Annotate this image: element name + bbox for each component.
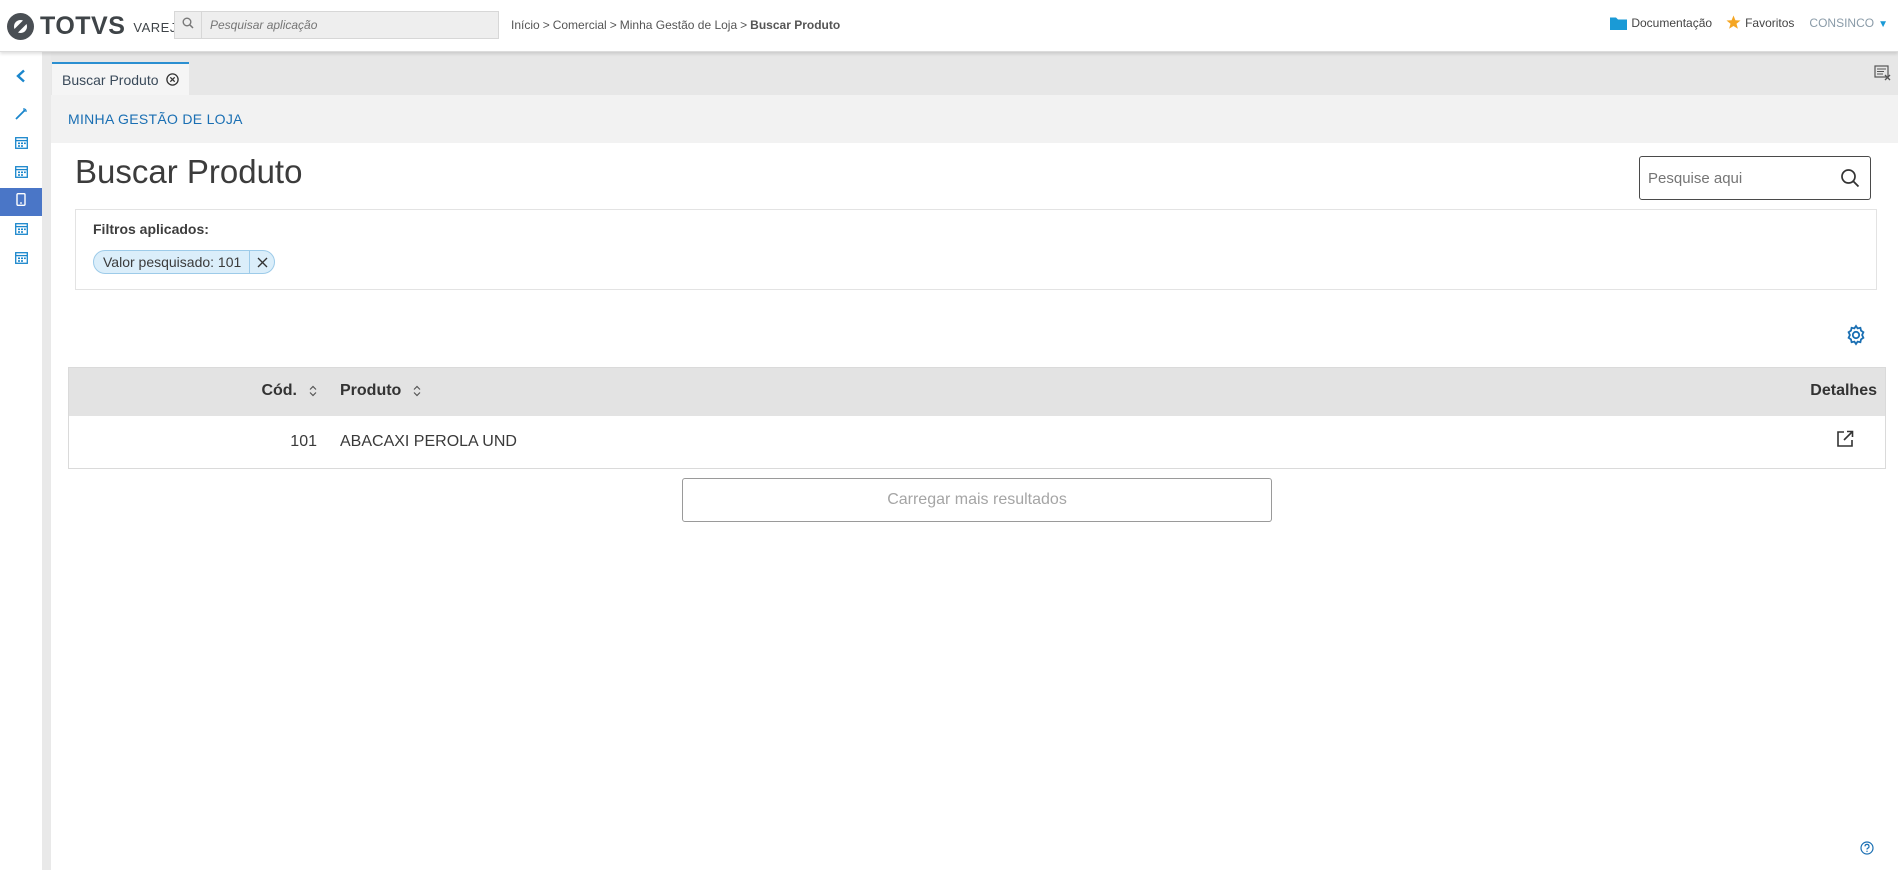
search-icon (175, 16, 201, 34)
tab-strip: Buscar Produto (51, 52, 1898, 95)
module-header: MINHA GESTÃO DE LOJA (51, 95, 1898, 143)
app-search-box (174, 11, 499, 39)
remove-filter-button[interactable] (249, 251, 274, 273)
sidebar (0, 52, 51, 870)
load-more-button[interactable]: Carregar mais resultados (682, 478, 1272, 522)
page-title: Buscar Produto (75, 153, 303, 190)
filters-label: Filtros aplicados: (93, 221, 209, 237)
sidebar-item-2[interactable] (0, 160, 42, 188)
table-header: Cód. Produto Detalhes (69, 368, 1885, 416)
module-title: MINHA GESTÃO DE LOJA (68, 111, 243, 127)
filter-chip-label: Valor pesquisado: 101 (103, 254, 242, 270)
quick-search (1639, 156, 1871, 200)
calendar-icon (14, 222, 28, 240)
close-icon (257, 257, 268, 267)
clear-tabs-icon (1874, 64, 1892, 86)
totvs-logo[interactable]: TOTVS VAREJO (7, 11, 187, 41)
external-link-icon (1837, 430, 1854, 447)
app-search-input[interactable] (201, 11, 492, 39)
wand-icon (14, 107, 28, 126)
chevron-left-icon (15, 69, 27, 88)
column-header-cod[interactable]: Cód. (261, 382, 317, 400)
sort-icon (309, 385, 317, 397)
documentation-link[interactable]: Documentação (1610, 16, 1712, 30)
totvs-logo-icon (7, 12, 34, 40)
table-row[interactable]: 101 ABACAXI PEROLA UND (69, 416, 1885, 469)
filter-chip: Valor pesquisado: 101 (93, 250, 276, 274)
folder-icon (1610, 16, 1628, 30)
quick-search-input[interactable] (1640, 168, 1830, 188)
breadcrumb-item-comercial[interactable]: Comercial (553, 18, 607, 32)
gear-icon (1847, 324, 1865, 346)
star-icon (1726, 15, 1741, 30)
search-icon[interactable] (1840, 168, 1860, 193)
breadcrumb-current: Buscar Produto (750, 18, 841, 32)
breadcrumb-item-minha-gestao[interactable]: Minha Gestão de Loja (620, 18, 737, 32)
calendar-icon (14, 165, 28, 183)
sidebar-gutter (42, 52, 51, 870)
cell-cod: 101 (290, 433, 317, 450)
mobile-icon (16, 192, 26, 211)
close-all-tabs-button[interactable] (1872, 64, 1894, 86)
caret-down-icon: ▼ (1878, 18, 1888, 30)
breadcrumb: Início > Comercial > Minha Gestão de Loja > Bu… (511, 18, 841, 32)
help-icon (1860, 841, 1874, 855)
favorites-label: Favoritos (1745, 15, 1795, 30)
table-settings-button[interactable] (1845, 324, 1867, 346)
open-details-button[interactable] (1835, 429, 1855, 454)
products-table: Cód. Produto Detalhes 101 ABACAXI PEROLA… (68, 367, 1886, 469)
sidebar-collapse-button[interactable] (0, 64, 42, 92)
applied-filters-panel: Filtros aplicados: Valor pesquisado: 101 (75, 209, 1877, 290)
cell-produto: ABACAXI PEROLA UND (340, 433, 517, 450)
user-menu[interactable]: CONSINCO ▼ (1809, 16, 1888, 30)
documentation-label: Documentação (1631, 15, 1713, 30)
close-tab-icon[interactable] (165, 73, 179, 86)
tab-buscar-produto[interactable]: Buscar Produto (52, 62, 189, 95)
column-header-produto[interactable]: Produto (340, 382, 421, 400)
brand-name: TOTVS (40, 11, 126, 40)
sidebar-item-tools[interactable] (0, 102, 42, 130)
top-bar: TOTVS VAREJO Início>Comercial>Minha Gest… (0, 0, 1898, 52)
sidebar-item-1[interactable] (0, 131, 42, 159)
tab-label: Buscar Produto (62, 71, 159, 88)
sidebar-item-4[interactable] (0, 246, 42, 274)
column-header-detalhes: Detalhes (1810, 382, 1877, 399)
sidebar-item-mobile[interactable] (0, 188, 42, 216)
calendar-icon (14, 136, 28, 154)
sidebar-item-3[interactable] (0, 217, 42, 245)
sort-icon (413, 385, 421, 397)
top-right-nav: Documentação Favoritos CONSINCO ▼ (1596, 15, 1888, 30)
help-button[interactable] (1860, 841, 1874, 855)
breadcrumb-item-inicio[interactable]: Início (511, 18, 540, 32)
favorites-link[interactable]: Favoritos (1726, 15, 1794, 30)
user-name: CONSINCO (1809, 15, 1875, 30)
calendar-icon (14, 251, 28, 269)
